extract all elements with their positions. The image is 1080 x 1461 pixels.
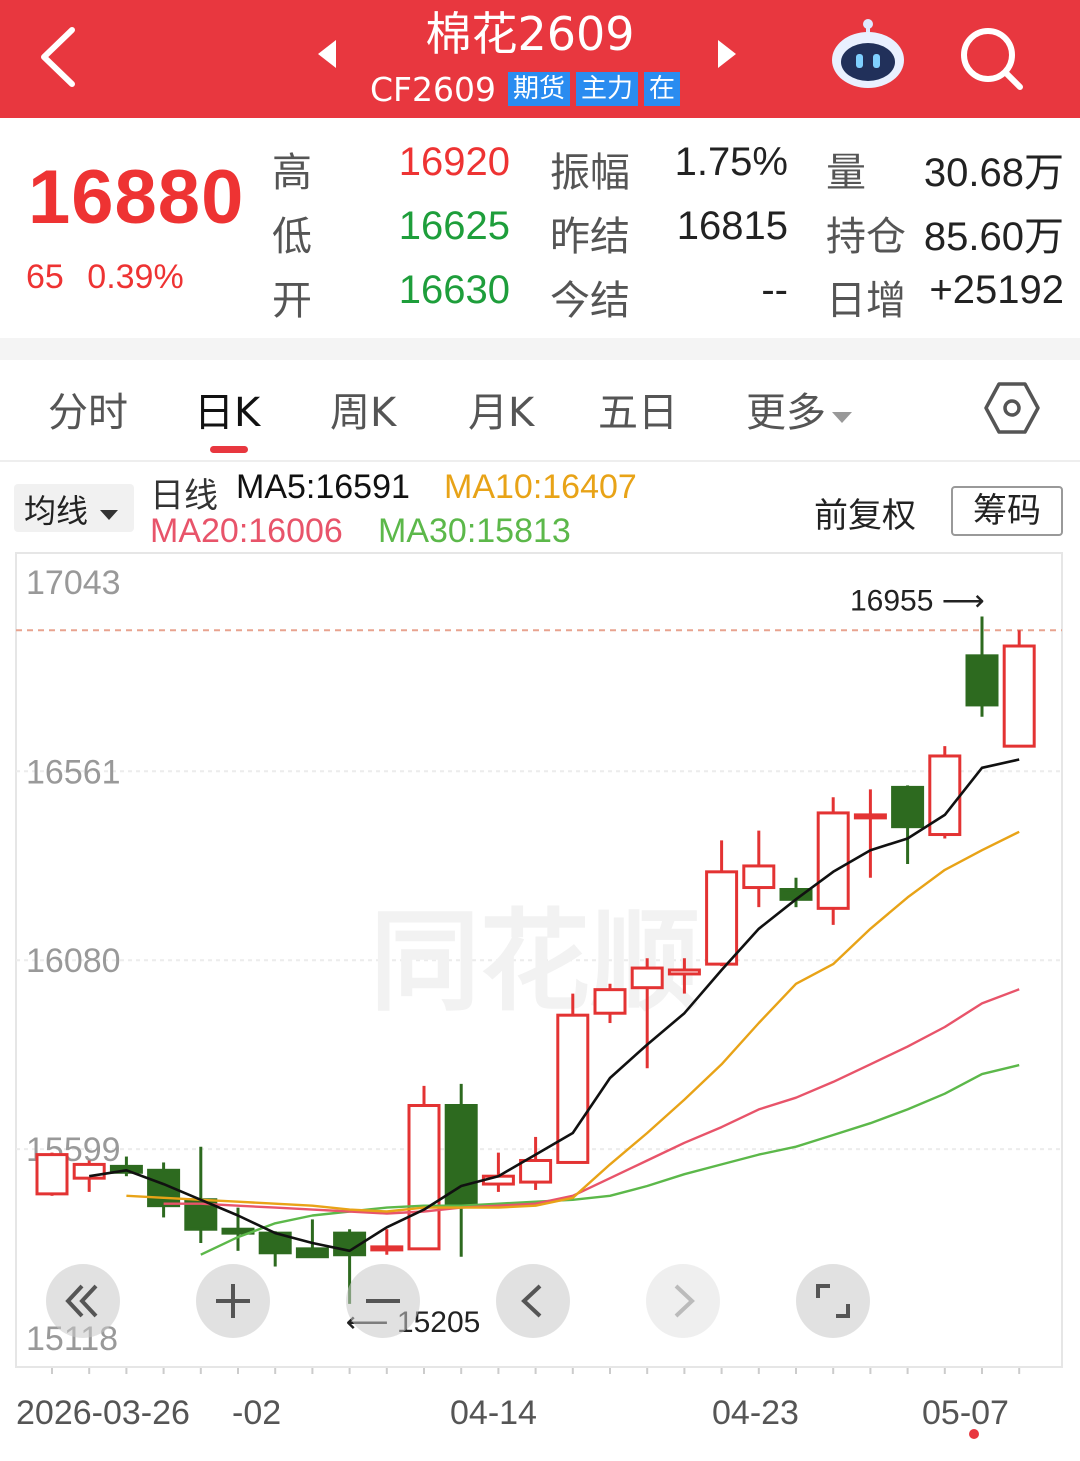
candle-body — [444, 1104, 478, 1206]
high-value: 16920 — [398, 140, 510, 184]
scroll-right-button[interactable] — [646, 1264, 720, 1338]
prev-settle-value: 16815 — [676, 204, 788, 248]
scroll-left-icon — [521, 1284, 542, 1318]
candle-body — [742, 864, 776, 890]
ma-prefix: 日线 — [150, 477, 218, 515]
volume-label: 量 — [826, 150, 866, 196]
candle-body — [705, 870, 739, 966]
y-tick-label: 16080 — [26, 942, 121, 980]
zoom-out-button[interactable] — [346, 1264, 420, 1338]
candle-body — [519, 1158, 553, 1184]
tab-daily-k[interactable]: 日K — [194, 380, 260, 438]
next-contract-icon[interactable] — [712, 36, 742, 72]
volume-value: 30.68万 — [923, 151, 1064, 195]
candle-body — [370, 1245, 404, 1252]
rewind-button[interactable] — [46, 1264, 120, 1338]
candle-body — [853, 813, 887, 820]
settings-hexagon-icon[interactable] — [984, 380, 1040, 436]
candle-body — [816, 811, 850, 910]
ma30-line — [200, 1063, 1020, 1256]
candle-body — [35, 1153, 69, 1196]
high-label: 高 — [272, 150, 312, 196]
low-value: 16625 — [398, 204, 510, 248]
tab-more[interactable]: 更多 — [746, 380, 854, 438]
watermark-logo: 同花顺 — [370, 898, 700, 1026]
y-tick-label: 16561 — [26, 753, 121, 791]
prev-settle-label: 昨结 — [550, 214, 630, 260]
top-bar: 棉花2609 CF2609 期货 主力 在 — [0, 0, 1080, 118]
price-change: 65 0.39% — [26, 258, 184, 297]
daily-change-value: +25192 — [929, 268, 1064, 312]
fullscreen-button[interactable] — [796, 1264, 870, 1338]
x-axis-label: 2026-03-26 — [16, 1394, 190, 1432]
active-tab-indicator — [210, 446, 248, 453]
change-value: 65 — [26, 258, 64, 296]
contract-subtitle: CF2609 期货 主力 在 — [370, 68, 686, 110]
back-arrow-icon[interactable] — [30, 22, 90, 92]
open-interest-label: 持仓 — [826, 214, 906, 260]
title-block: 棉花2609 — [340, 4, 720, 64]
ma5-value: MA5:16591 — [236, 468, 410, 506]
search-icon[interactable] — [954, 22, 1028, 96]
tab-intraday[interactable]: 分时 — [48, 380, 128, 438]
ma20-value: MA20:16006 — [150, 512, 343, 550]
adjust-mode-label[interactable]: 前复权 — [814, 488, 916, 537]
tab-monthly-k[interactable]: 月K — [468, 380, 534, 438]
x-axis-label: -02 — [232, 1394, 281, 1432]
candle-body — [295, 1247, 329, 1259]
candle-body — [667, 968, 701, 976]
chips-button[interactable]: 筹码 — [951, 486, 1063, 536]
tabs-divider — [0, 460, 1080, 462]
tab-weekly-k[interactable]: 周K — [330, 380, 396, 438]
x-axis-label: 04-14 — [450, 1394, 537, 1432]
ma10-value: MA10:16407 — [444, 468, 637, 506]
tag-main: 主力 — [576, 72, 639, 106]
open-value: 16630 — [398, 268, 510, 312]
rewind-icon — [65, 1284, 98, 1318]
contract-code: CF2609 — [370, 69, 497, 109]
robot-assistant-icon[interactable] — [828, 16, 908, 90]
settle-label: 今结 — [550, 278, 630, 324]
zoom-in-button[interactable] — [196, 1264, 270, 1338]
open-interest-value: 85.60万 — [923, 215, 1064, 259]
candle-body — [965, 654, 999, 707]
contract-title: 棉花2609 — [425, 7, 635, 61]
low-label: 低 — [272, 214, 312, 260]
candle-body — [1002, 644, 1036, 748]
chevron-down-icon — [100, 510, 119, 520]
section-divider — [0, 338, 1080, 360]
x-axis-label: 04-23 — [712, 1394, 799, 1432]
scroll-right-icon — [674, 1284, 695, 1318]
change-percent: 0.39% — [87, 258, 184, 296]
ma-select-label: 均线 — [24, 492, 89, 530]
tab-more-label: 更多 — [746, 390, 826, 436]
current-day-dot — [969, 1429, 979, 1439]
x-axis-label: 05-07 — [922, 1394, 1009, 1432]
candle-body — [593, 988, 627, 1015]
quote-panel: 16880 65 0.39% 高 16920 低 16625 开 16630 振… — [0, 118, 1080, 340]
zoom-out-icon — [366, 1299, 400, 1303]
period-tabs: 分时 日K 周K 月K 五日 更多 — [0, 360, 1080, 460]
ma-indicator-select[interactable]: 均线 — [14, 484, 134, 532]
settle-value: -- — [761, 268, 788, 312]
daily-change-label: 日增 — [826, 278, 906, 324]
amplitude-label: 振幅 — [550, 150, 630, 196]
ma30-value: MA30:15813 — [378, 512, 571, 550]
y-tick-label: 17043 — [26, 564, 121, 602]
scroll-left-button[interactable] — [496, 1264, 570, 1338]
tag-futures: 期货 — [508, 72, 571, 106]
candle-body — [891, 785, 925, 829]
zoom-in-icon — [216, 1284, 250, 1318]
candle-body — [630, 966, 664, 990]
fullscreen-icon — [816, 1284, 850, 1318]
candle-body — [407, 1104, 441, 1251]
last-price: 16880 — [28, 155, 245, 240]
amplitude-value: 1.75% — [674, 140, 788, 184]
tag-third: 在 — [644, 72, 681, 106]
prev-contract-icon[interactable] — [312, 36, 342, 72]
max-price-label: 16955 ⟶ — [850, 585, 985, 618]
open-label: 开 — [272, 278, 312, 324]
chevron-down-icon — [832, 412, 852, 423]
tab-five-day[interactable]: 五日 — [598, 380, 678, 438]
